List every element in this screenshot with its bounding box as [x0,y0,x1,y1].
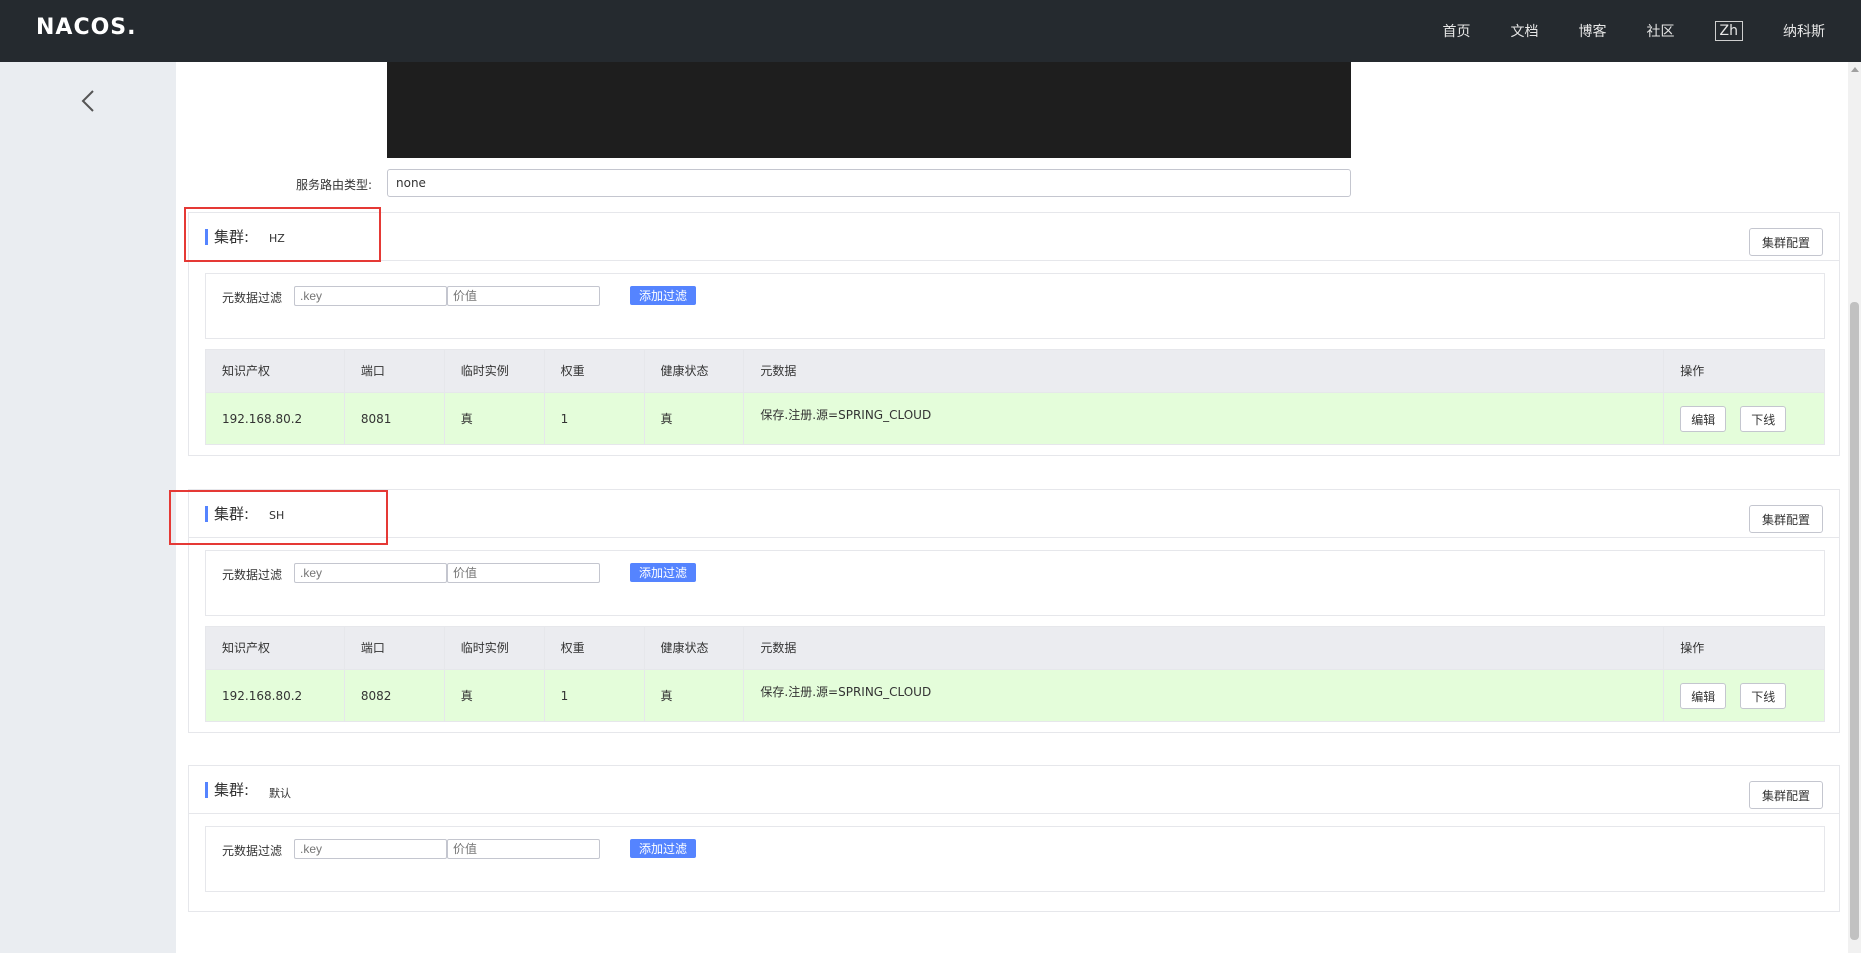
top-navbar: NACOS. 首页 文档 博客 社区 Zh 纳科斯 [0,0,1861,62]
cluster-config-button[interactable]: 集群配置 [1749,781,1823,809]
filter-value-input[interactable] [447,839,600,859]
table-header: 知识产权 端口 临时实例 权重 健康状态 元数据 操作 [206,627,1824,669]
offline-button[interactable]: 下线 [1740,683,1787,709]
metadata-filter: 元数据过滤 添加过滤 [205,826,1825,892]
add-filter-button[interactable]: 添加过滤 [630,839,697,858]
col-health: 健康状态 [645,627,745,669]
cell-ephemeral: 真 [445,670,545,721]
col-ip: 知识产权 [206,627,345,669]
metadata-filter: 元数据过滤 添加过滤 [205,273,1825,339]
cell-port: 8081 [345,393,445,444]
col-actions: 操作 [1680,364,1705,378]
col-ephemeral: 临时实例 [445,350,545,392]
col-port: 端口 [345,627,445,669]
instance-table: 知识产权 端口 临时实例 权重 健康状态 元数据 操作 192.168.80.2… [205,349,1825,445]
nav-brand[interactable]: 纳科斯 [1783,21,1825,41]
col-actions: 操作 [1680,641,1705,655]
cell-metadata: 保存.注册.源=SPRING_CLOUD [744,670,1665,721]
language-switch[interactable]: Zh [1714,21,1743,41]
nav-docs[interactable]: 文档 [1511,21,1539,41]
table-row: 192.168.80.2 8081 真 1 真 保存.注册.源=SPRING_C… [206,392,1824,444]
cell-ip: 192.168.80.2 [206,393,345,444]
cluster-title: 集群: [205,782,249,798]
nav-community[interactable]: 社区 [1647,21,1675,41]
cluster-header: 集群: HZ 集群配置 [189,213,1839,261]
nav-home[interactable]: 首页 [1443,21,1471,41]
filter-value-input[interactable] [447,563,600,583]
scroll-up-arrow-icon[interactable] [1851,67,1859,72]
cell-health: 真 [645,393,745,444]
edit-button[interactable]: 编辑 [1680,406,1727,432]
main-content: 服务路由类型: none 集群: HZ 集群配置 元数据过滤 添加过滤 知识产权… [176,62,1848,953]
col-weight: 权重 [545,627,645,669]
table-row: 192.168.80.2 8082 真 1 真 保存.注册.源=SPRING_C… [206,669,1824,721]
cluster-panel-hz: 集群: HZ 集群配置 元数据过滤 添加过滤 知识产权 端口 临时实例 权重 健… [188,212,1840,456]
filter-label: 元数据过滤 [222,844,283,858]
col-health: 健康状态 [645,350,745,392]
edit-button[interactable]: 编辑 [1680,683,1727,709]
cluster-header: 集群: 默认 集群配置 [189,766,1839,814]
col-metadata: 元数据 [744,350,1665,392]
cell-actions: 编辑 下线 [1664,670,1824,721]
cluster-header: 集群: SH 集群配置 [189,490,1839,538]
cell-actions: 编辑 下线 [1664,393,1824,444]
cell-weight: 1 [545,393,645,444]
cluster-panel-sh: 集群: SH 集群配置 元数据过滤 添加过滤 知识产权 端口 临时实例 权重 健… [188,489,1840,733]
top-nav: 首页 文档 博客 社区 Zh 纳科斯 [1443,0,1861,62]
filter-label: 元数据过滤 [222,568,283,582]
cell-metadata: 保存.注册.源=SPRING_CLOUD [744,393,1665,444]
col-port: 端口 [345,350,445,392]
add-filter-button[interactable]: 添加过滤 [630,563,697,582]
cell-health: 真 [645,670,745,721]
back-chevron-icon[interactable] [78,88,100,114]
filter-label: 元数据过滤 [222,291,283,305]
highlight-box-sh [169,490,388,545]
route-type-input[interactable]: none [387,169,1351,197]
cluster-panel-default: 集群: 默认 集群配置 元数据过滤 添加过滤 [188,765,1840,912]
col-metadata: 元数据 [744,627,1665,669]
page-scrollbar[interactable] [1848,62,1861,953]
metadata-filter: 元数据过滤 添加过滤 [205,550,1825,616]
cell-ip: 192.168.80.2 [206,670,345,721]
scroll-thumb[interactable] [1850,302,1859,940]
offline-button[interactable]: 下线 [1740,406,1787,432]
filter-key-input[interactable] [294,563,447,583]
cell-port: 8082 [345,670,445,721]
cell-weight: 1 [545,670,645,721]
route-type-label: 服务路由类型: [296,178,373,192]
sidebar [0,62,176,953]
table-header: 知识产权 端口 临时实例 权重 健康状态 元数据 操作 [206,350,1824,392]
add-filter-button[interactable]: 添加过滤 [630,286,697,305]
filter-key-input[interactable] [294,286,447,306]
cluster-name: 默认 [269,787,291,800]
filter-key-input[interactable] [294,839,447,859]
filter-value-input[interactable] [447,286,600,306]
col-weight: 权重 [545,350,645,392]
cluster-config-button[interactable]: 集群配置 [1749,505,1823,533]
highlight-box-hz [184,207,381,262]
cell-ephemeral: 真 [445,393,545,444]
col-ephemeral: 临时实例 [445,627,545,669]
instance-table: 知识产权 端口 临时实例 权重 健康状态 元数据 操作 192.168.80.2… [205,626,1825,722]
nav-blog[interactable]: 博客 [1579,21,1607,41]
cluster-config-button[interactable]: 集群配置 [1749,228,1823,256]
col-ip: 知识产权 [206,350,345,392]
nacos-logo[interactable]: NACOS. [36,15,137,40]
metadata-editor[interactable] [387,62,1351,158]
